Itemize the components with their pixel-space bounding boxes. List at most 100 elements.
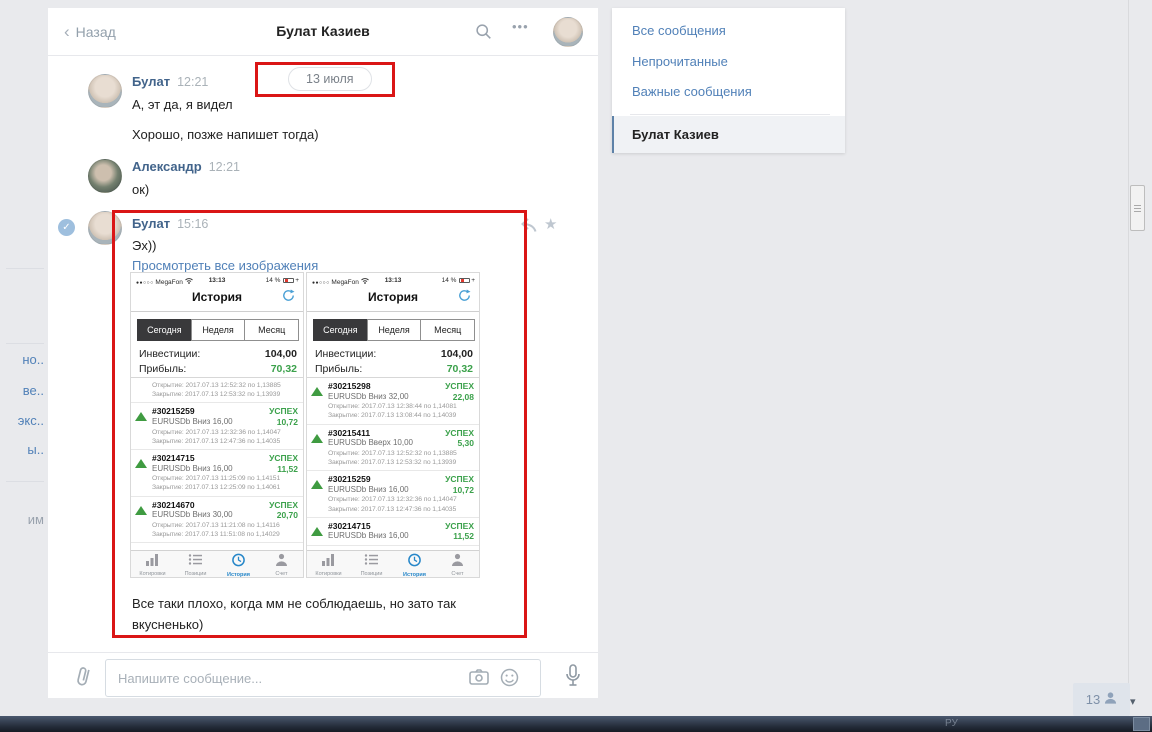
- trade-row: #30215259 УСПЕХ EURUSDb Вниз 16,00 10,72 Отк…: [131, 403, 303, 450]
- phone-screenshot-attachment[interactable]: ●●○○○ MegaFon 13:13 14 % + История Сегод…: [306, 272, 480, 578]
- trade-row: #30215298 УСПЕХ EURUSDb Вниз 32,00 22,08 Отк…: [307, 378, 479, 425]
- header-avatar[interactable]: [553, 17, 583, 47]
- view-all-images-link[interactable]: Просмотреть все изображения: [132, 258, 318, 273]
- trades-list: #30215298 УСПЕХ EURUSDb Вниз 32,00 22,08 Отк…: [307, 378, 479, 550]
- trade-desc: EURUSDb Вниз 16,00: [152, 416, 233, 426]
- trade-open-line: Открытие: 2017.07.13 12:32:36 по 1,14047: [328, 496, 457, 504]
- refresh-icon: [458, 289, 471, 307]
- trade-open-line: Открытие: 2017.07.13 12:38:44 по 1,14081: [328, 403, 457, 411]
- phone-nav-label: Счет: [275, 571, 288, 577]
- phone-nav-label: Счет: [451, 571, 464, 577]
- taskbar-button[interactable]: [1133, 717, 1150, 731]
- profit-value: 70,32: [270, 363, 297, 375]
- battery-icon: [459, 277, 471, 283]
- scrollbar-track: [1128, 0, 1129, 716]
- message-author[interactable]: Булат: [132, 74, 170, 89]
- phone-tab-bar: Котировки Позиции История Счет: [131, 550, 303, 577]
- trades-list: Открытие: 2017.07.13 12:52:32 по 1,13885…: [131, 378, 303, 550]
- period-tab[interactable]: Сегодня: [313, 319, 368, 341]
- participants-count: 13: [1085, 692, 1101, 707]
- trade-desc: EURUSDb Вниз 16,00: [328, 531, 409, 541]
- sidebar-item-truncated[interactable]: ве..: [0, 383, 46, 398]
- period-tab[interactable]: Неделя: [190, 319, 246, 341]
- message-time: 12:21: [177, 75, 209, 89]
- sidebar-item-truncated[interactable]: ы..: [0, 442, 46, 457]
- trade-open-line: Открытие: 2017.07.13 11:21:08 по 1,14116: [152, 521, 280, 529]
- period-tab[interactable]: Месяц: [420, 319, 476, 341]
- phone-nav-clock-icon: История: [217, 551, 260, 577]
- message-time: 12:21: [208, 160, 240, 174]
- phone-nav-bar-chart-icon: Котировки: [307, 551, 350, 577]
- participants-badge[interactable]: 13: [1073, 683, 1130, 716]
- profit-value: 70,32: [446, 363, 473, 375]
- camera-icon[interactable]: [469, 669, 489, 690]
- messages-filter-menu: Все сообщения Непрочитанные Важные сообщен…: [612, 8, 845, 153]
- message-selected-check-icon[interactable]: ✓: [58, 219, 75, 236]
- scrollbar-thumb[interactable]: [1130, 185, 1145, 231]
- trade-up-arrow-icon: [311, 480, 323, 490]
- menu-item[interactable]: Непрочитанные: [612, 47, 845, 77]
- vk-messenger-page: но.. ве.. экс.. ы.. им ‹ Назад Булат Казиев •…: [0, 0, 1152, 732]
- sidebar-item-truncated[interactable]: экс..: [0, 413, 46, 428]
- phone-screenshot-attachment[interactable]: ●●○○○ MegaFon 13:13 14 % + История Сегод…: [130, 272, 304, 578]
- message-text: ок): [132, 182, 150, 197]
- phone-status-bar: ●●○○○ MegaFon 13:13 14 % +: [307, 276, 479, 286]
- trade-row: Открытие: 2017.07.13 12:52:32 по 1,13885…: [131, 378, 303, 404]
- sidebar-item-truncated[interactable]: им: [0, 512, 46, 527]
- investments-label: Инвестиции:: [139, 348, 201, 360]
- period-tab[interactable]: Сегодня: [137, 319, 192, 341]
- trade-desc: EURUSDb Вниз 32,00: [328, 391, 409, 401]
- person-icon: [1104, 691, 1117, 708]
- trade-close-line: Закрытие: 2017.07.13 12:47:36 по 1,14035: [152, 437, 281, 445]
- period-tab[interactable]: Месяц: [244, 319, 300, 341]
- search-icon[interactable]: [475, 23, 492, 45]
- emoji-smiley-icon[interactable]: [500, 668, 519, 692]
- investments-label: Инвестиции:: [315, 348, 377, 360]
- avatar[interactable]: [88, 159, 122, 193]
- phone-nav-label: Котировки: [315, 571, 342, 577]
- avatar[interactable]: [88, 211, 122, 245]
- trade-status: УСПЕХ: [445, 427, 474, 438]
- chat-header: ‹ Назад Булат Казиев •••: [48, 8, 598, 56]
- favorite-star-icon[interactable]: ★: [544, 215, 557, 233]
- taskbar-text: РУ: [945, 718, 958, 729]
- phone-nav-label: Позиции: [360, 571, 383, 577]
- sidebar-item-truncated[interactable]: но..: [0, 352, 46, 367]
- avatar[interactable]: [88, 74, 122, 108]
- collapse-arrow-icon[interactable]: ▾: [1130, 695, 1136, 708]
- trade-status: УСПЕХ: [269, 406, 298, 417]
- trade-profit: 5,30: [457, 438, 474, 449]
- trade-close-line: Закрытие: 2017.07.13 13:08:44 по 1,14039: [328, 412, 457, 420]
- period-tab[interactable]: Неделя: [366, 319, 422, 341]
- profit-label: Прибыль:: [315, 363, 363, 375]
- phone-tab-bar: Котировки Позиции История Счет: [307, 550, 479, 577]
- phone-nav-list-icon: Позиции: [174, 551, 217, 577]
- menu-item[interactable]: Все сообщения: [612, 16, 845, 46]
- trade-up-arrow-icon: [311, 526, 323, 536]
- message-author[interactable]: Булат: [132, 216, 170, 231]
- profit-label: Прибыль:: [139, 363, 187, 375]
- phone-nav-label: История: [227, 572, 250, 578]
- microphone-icon[interactable]: [564, 664, 582, 695]
- trade-status: УСПЕХ: [269, 499, 298, 510]
- trade-close-line: Закрытие: 2017.07.13 12:53:32 по 1,13939: [328, 459, 457, 467]
- menu-item-active-dialog[interactable]: Булат Казиев: [612, 116, 845, 153]
- sidebar-divider: [6, 343, 44, 344]
- investments-value: 104,00: [440, 348, 473, 360]
- trade-close-line: Закрытие: 2017.07.13 12:53:32 по 1,13939: [152, 391, 281, 399]
- trade-id: #30215298: [328, 381, 371, 391]
- battery-icon: [283, 277, 295, 283]
- trade-status: УСПЕХ: [445, 474, 474, 485]
- message-author[interactable]: Александр: [132, 159, 202, 174]
- trade-desc: EURUSDb Вниз 16,00: [328, 484, 409, 494]
- menu-item[interactable]: Важные сообщения: [612, 77, 845, 107]
- more-options-icon[interactable]: •••: [512, 19, 529, 34]
- trade-id: #30214715: [328, 520, 371, 531]
- trade-up-arrow-icon: [135, 412, 147, 422]
- message-caption: вкусненько): [132, 617, 204, 632]
- phone-nav-person-icon: Счет: [260, 551, 303, 577]
- attach-paperclip-icon[interactable]: [74, 665, 94, 694]
- trade-close-line: Закрытие: 2017.07.13 12:47:36 по 1,14035: [328, 505, 457, 513]
- reply-icon[interactable]: [521, 218, 537, 237]
- phone-nav-label: Позиции: [184, 571, 207, 577]
